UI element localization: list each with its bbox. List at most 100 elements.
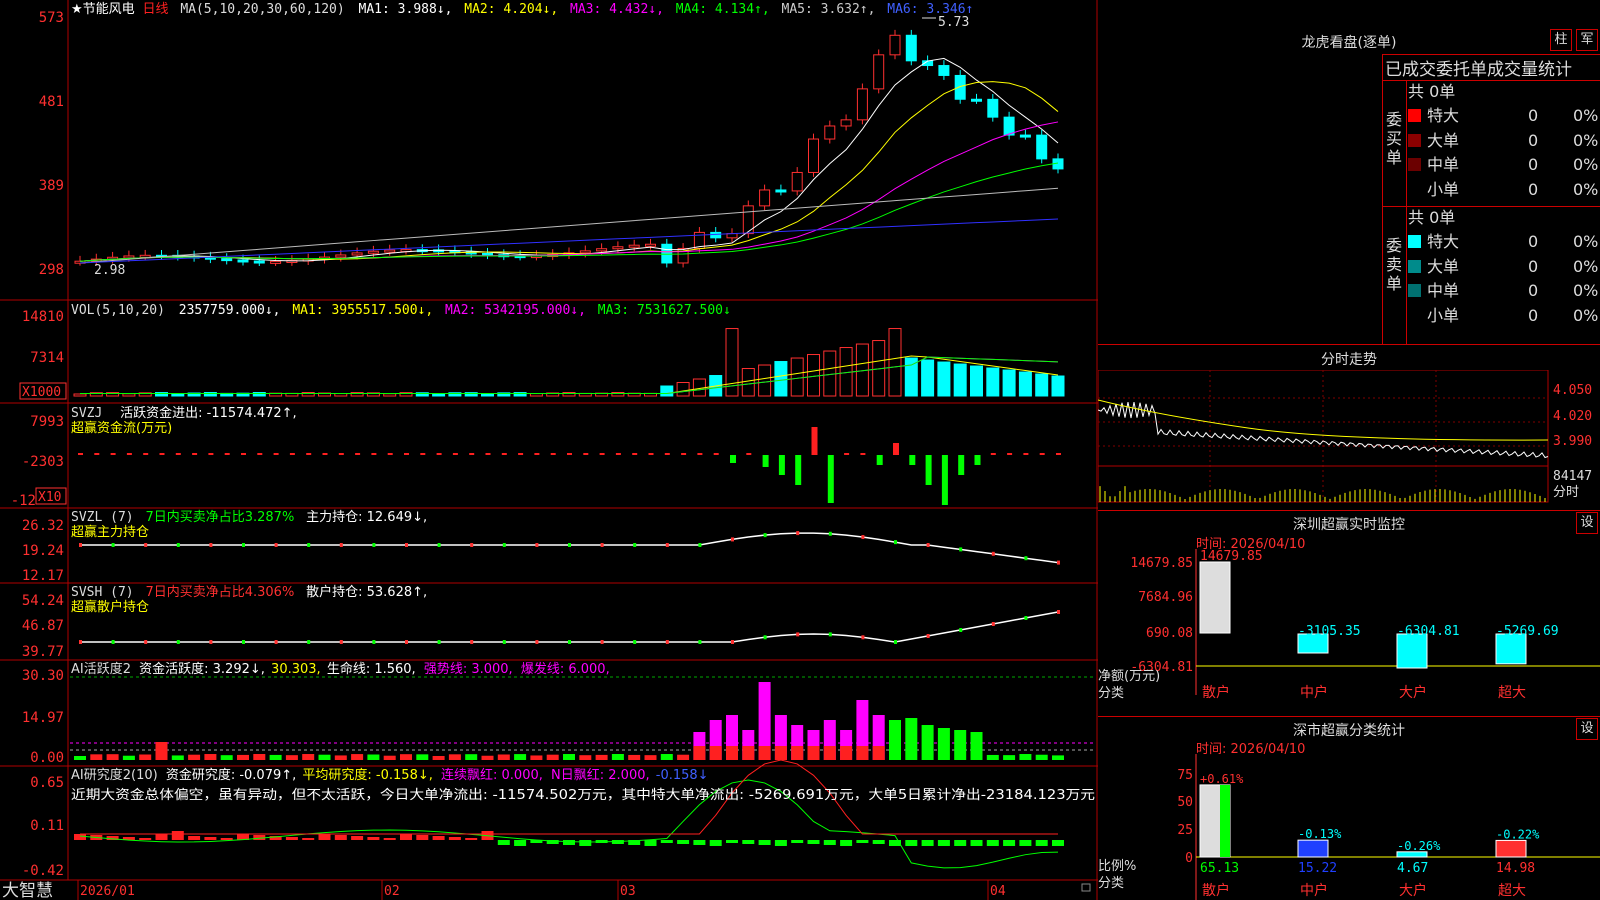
svzj-bar [648, 453, 654, 455]
svsh-path-tick [600, 640, 604, 644]
ai-bar-base [840, 746, 853, 760]
air-v3: N日飘红: 2.000, [551, 767, 650, 783]
monitor-category: 散户 [1202, 684, 1230, 701]
svsh-path-tick [176, 640, 180, 644]
row-pct: 0% [1573, 305, 1599, 325]
ai-bar [986, 754, 999, 760]
svzj-bar [159, 453, 165, 455]
candle-body [384, 249, 396, 253]
svzl-v1: 7日内买卖净占比3.287% [145, 509, 294, 525]
candle-body [808, 138, 819, 173]
svsh-path-tick [274, 640, 278, 644]
svsh-path-tick [698, 640, 702, 644]
svzl-path-tick [568, 543, 571, 547]
svzj-bar [958, 455, 965, 475]
candle-body [612, 246, 624, 250]
ai-header: AI活跃度2 资金活跃度: 3.292↓, 30.303, 生命线: 1.560… [71, 661, 610, 677]
row-count: 0 [1528, 305, 1539, 325]
classify-title: 深市超赢分类统计 [1293, 723, 1405, 739]
ai-bar [1035, 754, 1048, 760]
svzl-line [79, 531, 1060, 565]
svzl-path [80, 532, 1059, 564]
ai-v2: 生命线: 1.560, [327, 661, 416, 677]
volume-bar [122, 393, 136, 397]
air-bar [970, 840, 983, 846]
vol-ytick: 7314 [30, 350, 64, 366]
classify-category: 散户 [1202, 882, 1230, 899]
army-mode-button[interactable]: 军 [1576, 29, 1598, 51]
svzj-bar [485, 453, 491, 455]
ma-line-5 [79, 57, 1059, 262]
svzl-path-tick [242, 543, 245, 547]
ai-bar-base [726, 746, 738, 760]
ai-bar [595, 754, 608, 760]
ai-bar [628, 754, 641, 760]
ai-active-bars [70, 676, 1095, 760]
svzl-path-tick [1024, 556, 1028, 561]
buy-total: 共 0单 [1408, 80, 1600, 104]
air-bar [774, 840, 787, 846]
svsh-path-tick [828, 632, 832, 637]
ai-bar [481, 755, 494, 760]
vol-title: VOL(5,10,20) [71, 303, 165, 318]
ai-bar [937, 728, 950, 760]
svzl-path-tick [1057, 560, 1060, 565]
air-bar [1003, 840, 1016, 846]
svsh-path-tick [1057, 610, 1060, 614]
row-label: 中单 [1427, 281, 1460, 300]
svsh-path-tick [665, 640, 669, 644]
air-ytick: 0.65 [30, 775, 64, 791]
svsh-path-tick [535, 640, 539, 644]
volume-bar [481, 393, 494, 397]
svsh-subtitle: 超赢散户持仓 [71, 599, 149, 615]
classify-ylabel: 比例% [1098, 859, 1136, 874]
color-swatch [1408, 308, 1421, 322]
ai-bar [237, 754, 249, 760]
ai-bar [954, 730, 967, 760]
classify-settings-button[interactable]: 设 [1576, 718, 1598, 740]
svzj-bar [1039, 453, 1045, 455]
volume-bar [986, 367, 1000, 397]
svsh-title: SVSH (7) [71, 585, 134, 600]
svzj-bar [257, 453, 263, 455]
svzj-header: SVZJ 活跃资金进出: -11574.472↑, [71, 405, 297, 421]
ai-v3: 强势线: 3.000, [424, 661, 513, 677]
ai-bar [122, 755, 135, 760]
svzj-bar [615, 453, 621, 455]
air-bar [644, 840, 657, 846]
right-panel: 龙虎看盘(逐单) 柱 军 已成交委托单成交量统计 委买单 委卖单 共 0单 特大… [1098, 0, 1600, 900]
svzj-bar [664, 453, 670, 455]
air-bar [709, 840, 722, 846]
monitor-settings-button[interactable]: 设 [1576, 512, 1598, 534]
kline-chart-area[interactable]: 573 481 389 298 14810 7314 7993 -2303 -1… [0, 0, 1098, 900]
ai-bar [155, 742, 168, 760]
ai-bar [579, 755, 592, 760]
air-bar [220, 838, 233, 840]
air-bar [693, 840, 706, 845]
svzj-bar [990, 453, 996, 455]
ai-bar [530, 755, 543, 760]
air-bar [204, 837, 217, 840]
air-bar [986, 840, 999, 846]
svzj-unit: X10 [38, 490, 61, 505]
intraday-title: 分时走势 [1321, 352, 1377, 368]
vol-ytick: 14810 [22, 309, 64, 325]
intraday-chart[interactable]: 4.050 4.020 3.990 84147分时 [1098, 370, 1600, 510]
svsh-path-tick [209, 640, 213, 644]
color-swatch [1408, 235, 1421, 248]
period-label[interactable]: 日线 [142, 2, 168, 17]
volume-bar [432, 393, 446, 397]
svzj-bar [143, 453, 149, 455]
bar-mode-button[interactable]: 柱 [1550, 29, 1572, 51]
candle-body [954, 74, 966, 100]
stock-name[interactable]: ★节能风电 [71, 2, 135, 17]
lock-icon[interactable] [1081, 883, 1091, 892]
brand-logo[interactable]: 大智慧 [2, 881, 53, 900]
air-bar [465, 838, 478, 840]
candle-body [237, 259, 249, 263]
ma1-value: MA1: 3.988↓, [359, 2, 453, 17]
ai-bar [269, 754, 282, 760]
monitor-ytick: 14679.85 [1130, 556, 1193, 571]
svsh-ytick: 46.87 [22, 618, 64, 634]
monitor-bar-label: 14679.85 [1200, 549, 1263, 564]
